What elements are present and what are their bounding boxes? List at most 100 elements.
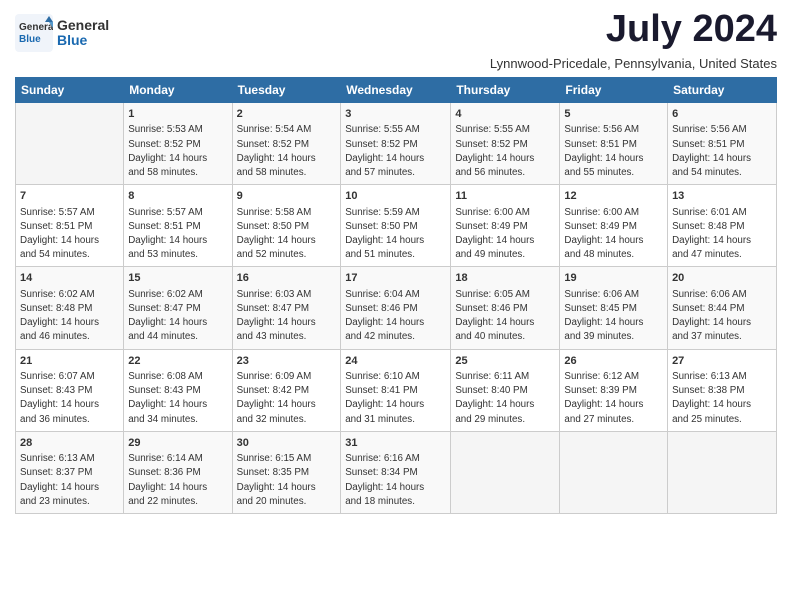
cell-content: Sunrise: 5:58 AM Sunset: 8:50 PM Dayligh… (237, 206, 337, 263)
calendar-cell-1-3: 10Sunrise: 5:59 AM Sunset: 8:50 PM Dayli… (341, 185, 451, 267)
week-row-1: 1Sunrise: 5:53 AM Sunset: 8:52 PM Daylig… (16, 103, 777, 185)
cell-content: Sunrise: 6:06 AM Sunset: 8:44 PM Dayligh… (672, 288, 772, 345)
header-row: General Blue General Blue July 2024 (15, 10, 777, 52)
cell-content: Sunrise: 6:12 AM Sunset: 8:39 PM Dayligh… (564, 370, 663, 427)
cell-content: Sunrise: 6:02 AM Sunset: 8:48 PM Dayligh… (20, 288, 119, 345)
cell-content: Sunrise: 6:11 AM Sunset: 8:40 PM Dayligh… (455, 370, 555, 427)
cell-content: Sunrise: 6:07 AM Sunset: 8:43 PM Dayligh… (20, 370, 119, 427)
day-number: 7 (20, 189, 119, 204)
cell-content: Sunrise: 5:57 AM Sunset: 8:51 PM Dayligh… (20, 206, 119, 263)
cell-content: Sunrise: 5:56 AM Sunset: 8:51 PM Dayligh… (672, 123, 772, 180)
day-number: 27 (672, 354, 772, 369)
cell-content: Sunrise: 5:55 AM Sunset: 8:52 PM Dayligh… (345, 123, 446, 180)
cell-content: Sunrise: 5:57 AM Sunset: 8:51 PM Dayligh… (128, 206, 227, 263)
cell-content: Sunrise: 6:13 AM Sunset: 8:38 PM Dayligh… (672, 370, 772, 427)
calendar-cell-3-0: 21Sunrise: 6:07 AM Sunset: 8:43 PM Dayli… (16, 349, 124, 431)
cell-content: Sunrise: 6:02 AM Sunset: 8:47 PM Dayligh… (128, 288, 227, 345)
cell-content: Sunrise: 6:09 AM Sunset: 8:42 PM Dayligh… (237, 370, 337, 427)
cell-content: Sunrise: 6:03 AM Sunset: 8:47 PM Dayligh… (237, 288, 337, 345)
col-monday: Monday (124, 78, 232, 103)
week-row-3: 14 Sunrise: 6:02 AM Sunset: 8:48 PM Dayli… (16, 267, 777, 349)
cell-content: Sunrise: 6:06 AM Sunset: 8:45 PM Dayligh… (564, 288, 663, 345)
day-number: 22 (128, 354, 227, 369)
calendar-cell-3-5: 26Sunrise: 6:12 AM Sunset: 8:39 PM Dayli… (560, 349, 668, 431)
day-number: 9 (237, 189, 337, 204)
day-number: 18 (455, 271, 555, 286)
day-number: 23 (237, 354, 337, 369)
day-number: 25 (455, 354, 555, 369)
calendar-cell-2-2: 16Sunrise: 6:03 AM Sunset: 8:47 PM Dayli… (232, 267, 341, 349)
day-number: 15 (128, 271, 227, 286)
calendar-cell-3-6: 27Sunrise: 6:13 AM Sunset: 8:38 PM Dayli… (668, 349, 777, 431)
cell-content: Sunrise: 6:00 AM Sunset: 8:49 PM Dayligh… (564, 206, 663, 263)
cell-content: Sunrise: 6:01 AM Sunset: 8:48 PM Dayligh… (672, 206, 772, 263)
day-number: 29 (128, 436, 227, 451)
calendar-cell-2-6: 20 Sunrise: 6:06 AM Sunset: 8:44 PM Dayli… (668, 267, 777, 349)
day-number: 5 (564, 107, 663, 122)
cell-content: Sunrise: 6:00 AM Sunset: 8:49 PM Dayligh… (455, 206, 555, 263)
calendar-cell-2-3: 17Sunrise: 6:04 AM Sunset: 8:46 PM Dayli… (341, 267, 451, 349)
calendar-cell-2-5: 19 Sunrise: 6:06 AM Sunset: 8:45 PM Dayli… (560, 267, 668, 349)
day-number: 6 (672, 107, 772, 122)
calendar-table: Sunday Monday Tuesday Wednesday Thursday… (15, 77, 777, 514)
day-number: 1 (128, 107, 227, 122)
day-number: 2 (237, 107, 337, 122)
header-row-days: Sunday Monday Tuesday Wednesday Thursday… (16, 78, 777, 103)
calendar-cell-0-0 (16, 103, 124, 185)
calendar-cell-3-4: 25Sunrise: 6:11 AM Sunset: 8:40 PM Dayli… (451, 349, 560, 431)
month-title: July 2024 (606, 10, 777, 48)
calendar-cell-1-0: 7 Sunrise: 5:57 AM Sunset: 8:51 PM Daylig… (16, 185, 124, 267)
day-number: 19 (564, 271, 663, 286)
calendar-cell-3-3: 24Sunrise: 6:10 AM Sunset: 8:41 PM Dayli… (341, 349, 451, 431)
calendar-cell-2-4: 18Sunrise: 6:05 AM Sunset: 8:46 PM Dayli… (451, 267, 560, 349)
day-number: 8 (128, 189, 227, 204)
calendar-cell-2-0: 14 Sunrise: 6:02 AM Sunset: 8:48 PM Dayli… (16, 267, 124, 349)
calendar-cell-2-1: 15 Sunrise: 6:02 AM Sunset: 8:47 PM Dayli… (124, 267, 232, 349)
cell-content: Sunrise: 5:53 AM Sunset: 8:52 PM Dayligh… (128, 123, 227, 180)
cell-content: Sunrise: 5:56 AM Sunset: 8:51 PM Dayligh… (564, 123, 663, 180)
calendar-cell-0-6: 6Sunrise: 5:56 AM Sunset: 8:51 PM Daylig… (668, 103, 777, 185)
day-number: 3 (345, 107, 446, 122)
day-number: 28 (20, 436, 119, 451)
day-number: 30 (237, 436, 337, 451)
logo-icon: General Blue (15, 14, 53, 52)
calendar-cell-4-1: 29Sunrise: 6:14 AM Sunset: 8:36 PM Dayli… (124, 431, 232, 513)
day-number: 13 (672, 189, 772, 204)
col-friday: Friday (560, 78, 668, 103)
title-block: July 2024 (606, 10, 777, 48)
cell-content: Sunrise: 5:55 AM Sunset: 8:52 PM Dayligh… (455, 123, 555, 180)
calendar-cell-0-1: 1Sunrise: 5:53 AM Sunset: 8:52 PM Daylig… (124, 103, 232, 185)
col-saturday: Saturday (668, 78, 777, 103)
calendar-cell-3-1: 22Sunrise: 6:08 AM Sunset: 8:43 PM Dayli… (124, 349, 232, 431)
day-number: 12 (564, 189, 663, 204)
day-number: 20 (672, 271, 772, 286)
calendar-cell-0-4: 4Sunrise: 5:55 AM Sunset: 8:52 PM Daylig… (451, 103, 560, 185)
calendar-cell-4-2: 30Sunrise: 6:15 AM Sunset: 8:35 PM Dayli… (232, 431, 341, 513)
week-row-2: 7 Sunrise: 5:57 AM Sunset: 8:51 PM Daylig… (16, 185, 777, 267)
calendar-cell-1-4: 11Sunrise: 6:00 AM Sunset: 8:49 PM Dayli… (451, 185, 560, 267)
cell-content: Sunrise: 5:54 AM Sunset: 8:52 PM Dayligh… (237, 123, 337, 180)
day-number: 24 (345, 354, 446, 369)
col-tuesday: Tuesday (232, 78, 341, 103)
cell-content: Sunrise: 6:04 AM Sunset: 8:46 PM Dayligh… (345, 288, 446, 345)
calendar-cell-1-2: 9 Sunrise: 5:58 AM Sunset: 8:50 PM Daylig… (232, 185, 341, 267)
week-row-5: 28Sunrise: 6:13 AM Sunset: 8:37 PM Dayli… (16, 431, 777, 513)
day-number: 31 (345, 436, 446, 451)
calendar-cell-3-2: 23Sunrise: 6:09 AM Sunset: 8:42 PM Dayli… (232, 349, 341, 431)
calendar-cell-4-4 (451, 431, 560, 513)
day-number: 14 (20, 271, 119, 286)
week-row-4: 21Sunrise: 6:07 AM Sunset: 8:43 PM Dayli… (16, 349, 777, 431)
calendar-cell-0-5: 5Sunrise: 5:56 AM Sunset: 8:51 PM Daylig… (560, 103, 668, 185)
col-wednesday: Wednesday (341, 78, 451, 103)
col-thursday: Thursday (451, 78, 560, 103)
day-number: 4 (455, 107, 555, 122)
cell-content: Sunrise: 6:08 AM Sunset: 8:43 PM Dayligh… (128, 370, 227, 427)
logo-general: General (57, 18, 109, 33)
calendar-cell-0-2: 2Sunrise: 5:54 AM Sunset: 8:52 PM Daylig… (232, 103, 341, 185)
cell-content: Sunrise: 6:16 AM Sunset: 8:34 PM Dayligh… (345, 452, 446, 509)
day-number: 26 (564, 354, 663, 369)
calendar-cell-4-6 (668, 431, 777, 513)
svg-text:General: General (19, 22, 53, 33)
cell-content: Sunrise: 5:59 AM Sunset: 8:50 PM Dayligh… (345, 206, 446, 263)
col-sunday: Sunday (16, 78, 124, 103)
